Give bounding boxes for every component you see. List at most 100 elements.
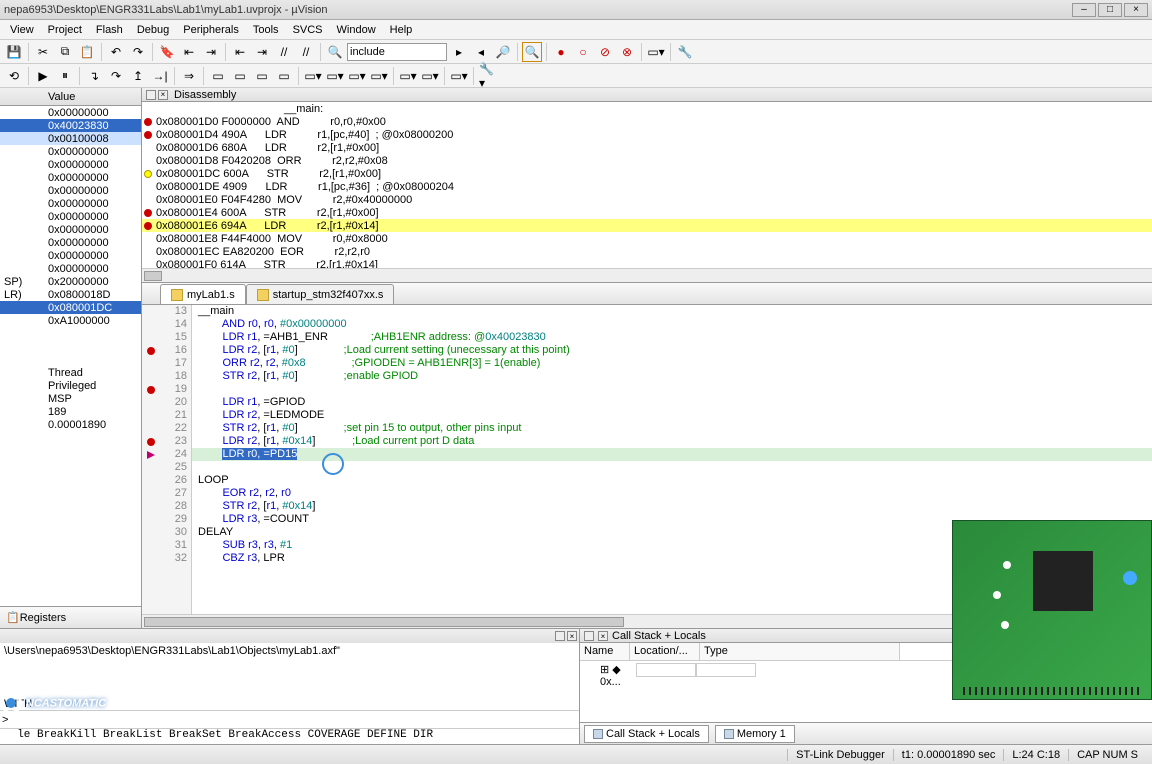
serial-icon[interactable]: ▭▾: [369, 66, 389, 86]
show-next-icon[interactable]: ⇒: [179, 66, 199, 86]
minimize-button[interactable]: –: [1072, 3, 1096, 17]
code-line[interactable]: EOR r2, r2, r0: [192, 487, 1152, 500]
bookmark-icon[interactable]: 🔖: [157, 42, 177, 62]
code-line[interactable]: LOOP: [192, 474, 1152, 487]
register-row[interactable]: 0x00000000: [0, 197, 141, 210]
find-icon[interactable]: 🔍: [325, 42, 345, 62]
register-row[interactable]: 0x00000000: [0, 223, 141, 236]
disasm-line[interactable]: 0x080001F0 614A STR r2,[r1,#0x14]: [142, 258, 1152, 268]
bottom-tab[interactable]: Memory 1: [715, 725, 795, 743]
register-row[interactable]: 0x00000000: [0, 171, 141, 184]
register-row[interactable]: 0x00000000: [0, 249, 141, 262]
save-all-icon[interactable]: 💾: [4, 42, 24, 62]
register-row[interactable]: Privileged: [0, 379, 141, 392]
code-line[interactable]: LDR r2, =LEDMODE: [192, 409, 1152, 422]
disasm-line[interactable]: 0x080001E0 F04F4280 MOV r2,#0x40000000: [142, 193, 1152, 206]
register-row[interactable]: SP)0x20000000: [0, 275, 141, 288]
incremental-find-icon[interactable]: 🔎: [493, 42, 513, 62]
menu-peripherals[interactable]: Peripherals: [177, 22, 245, 38]
register-row[interactable]: Thread: [0, 366, 141, 379]
analysis-icon[interactable]: ▭▾: [398, 66, 418, 86]
bp-kill-icon[interactable]: ⊗: [617, 42, 637, 62]
menu-flash[interactable]: Flash: [90, 22, 129, 38]
find-combo[interactable]: [347, 43, 447, 61]
uncomment-icon[interactable]: //: [296, 42, 316, 62]
register-row[interactable]: 0x00000000: [0, 236, 141, 249]
code-line[interactable]: LDR r2, [r1, #0x14] ;Load current port D…: [192, 435, 1152, 448]
disasm-line[interactable]: 0x080001E8 F44F4000 MOV r0,#0x8000: [142, 232, 1152, 245]
code-line[interactable]: STR r2, [r1, #0] ;enable GPIOD: [192, 370, 1152, 383]
close-button[interactable]: ×: [1124, 3, 1148, 17]
register-row[interactable]: 0x00000000: [0, 158, 141, 171]
register-row[interactable]: 189: [0, 405, 141, 418]
redo-icon[interactable]: ↷: [128, 42, 148, 62]
bp-disable-icon[interactable]: ⊘: [595, 42, 615, 62]
register-row[interactable]: LR)0x0800018D: [0, 288, 141, 301]
cs-pin-icon[interactable]: [584, 631, 594, 641]
menu-view[interactable]: View: [4, 22, 40, 38]
code-line[interactable]: STR r2, [r1, #0x14]: [192, 500, 1152, 513]
menu-tools[interactable]: Tools: [247, 22, 285, 38]
code-line[interactable]: [192, 383, 1152, 396]
cmd-pin-icon[interactable]: [555, 631, 565, 641]
register-row[interactable]: 0x00100008: [0, 132, 141, 145]
code-line[interactable]: LDR r0, =PD15: [192, 448, 1152, 461]
panel-close-icon[interactable]: ×: [158, 90, 168, 100]
disasm-line[interactable]: 0x080001D4 490A LDR r1,[pc,#40] ; @0x080…: [142, 128, 1152, 141]
disasm-line[interactable]: 0x080001D0 F0000000 AND r0,r0,#0x00: [142, 115, 1152, 128]
watch-icon[interactable]: ▭▾: [325, 66, 345, 86]
register-row[interactable]: 0x00000000: [0, 145, 141, 158]
register-row[interactable]: 0.00001890: [0, 418, 141, 431]
code-line[interactable]: STR r2, [r1, #0] ;set pin 15 to output, …: [192, 422, 1152, 435]
cut-icon[interactable]: ✂: [33, 42, 53, 62]
pin-icon[interactable]: [146, 90, 156, 100]
stop-icon[interactable]: ⏸: [55, 66, 75, 86]
debug-start-icon[interactable]: 🔍: [522, 42, 542, 62]
find-prev-icon[interactable]: ◂: [471, 42, 491, 62]
bp-enable-icon[interactable]: ○: [573, 42, 593, 62]
register-row[interactable]: 0x40023830: [0, 119, 141, 132]
cmd-window-icon[interactable]: ▭: [208, 66, 228, 86]
register-row[interactable]: 0xA1000000: [0, 314, 141, 327]
register-row[interactable]: [0, 353, 141, 366]
comment-icon[interactable]: //: [274, 42, 294, 62]
code-line[interactable]: ORR r2, r2, #0x8 ;GPIODEN = AHB1ENR[3] =…: [192, 357, 1152, 370]
code-line[interactable]: LDR r1, =GPIOD: [192, 396, 1152, 409]
bookmark-next-icon[interactable]: ⇥: [201, 42, 221, 62]
callstack-col[interactable]: Type: [700, 643, 900, 660]
menu-project[interactable]: Project: [42, 22, 88, 38]
step-in-icon[interactable]: ↴: [84, 66, 104, 86]
disasm-line[interactable]: 0x080001EC EA820200 EOR r2,r2,r0: [142, 245, 1152, 258]
registers-tab[interactable]: 📋 Registers: [0, 606, 141, 628]
memory-icon[interactable]: ▭▾: [347, 66, 367, 86]
system-icon[interactable]: ▭▾: [449, 66, 469, 86]
disasm-line[interactable]: 0x080001E6 694A LDR r2,[r1,#0x14]: [142, 219, 1152, 232]
disasm-line[interactable]: 0x080001DE 4909 LDR r1,[pc,#36] ; @0x080…: [142, 180, 1152, 193]
step-over-icon[interactable]: ↷: [106, 66, 126, 86]
code-line[interactable]: AND r0, r0, #0x00000000: [192, 318, 1152, 331]
menu-svcs[interactable]: SVCS: [287, 22, 329, 38]
indent-out-icon[interactable]: ⇤: [230, 42, 250, 62]
menu-debug[interactable]: Debug: [131, 22, 175, 38]
code-line[interactable]: LDR r1, =AHB1_ENR ;AHB1ENR address: @0x4…: [192, 331, 1152, 344]
regs-window-icon[interactable]: ▭: [274, 66, 294, 86]
run-icon[interactable]: ▶: [33, 66, 53, 86]
cmd-close-icon[interactable]: ×: [567, 631, 577, 641]
register-row[interactable]: 0x00000000: [0, 184, 141, 197]
editor-tab[interactable]: startup_stm32f407xx.s: [246, 284, 395, 304]
menu-help[interactable]: Help: [384, 22, 419, 38]
register-row[interactable]: [0, 340, 141, 353]
disasm-hscrollbar[interactable]: [142, 268, 1152, 282]
disasm-line[interactable]: 0x080001D6 680A LDR r2,[r1,#0x00]: [142, 141, 1152, 154]
bookmark-prev-icon[interactable]: ⇤: [179, 42, 199, 62]
toolbox-icon[interactable]: 🔧▾: [478, 66, 498, 86]
disasm-line[interactable]: 0x080001D8 F0420208 ORR r2,r2,#0x08: [142, 154, 1152, 167]
indent-in-icon[interactable]: ⇥: [252, 42, 272, 62]
copy-icon[interactable]: ⧉: [55, 42, 75, 62]
register-row[interactable]: 0x00000000: [0, 210, 141, 223]
bottom-tab[interactable]: Call Stack + Locals: [584, 725, 709, 743]
reset-icon[interactable]: ⟲: [4, 66, 24, 86]
register-row[interactable]: 0x00000000: [0, 106, 141, 119]
callstack-col[interactable]: Name: [580, 643, 630, 660]
callstack-icon[interactable]: ▭▾: [303, 66, 323, 86]
